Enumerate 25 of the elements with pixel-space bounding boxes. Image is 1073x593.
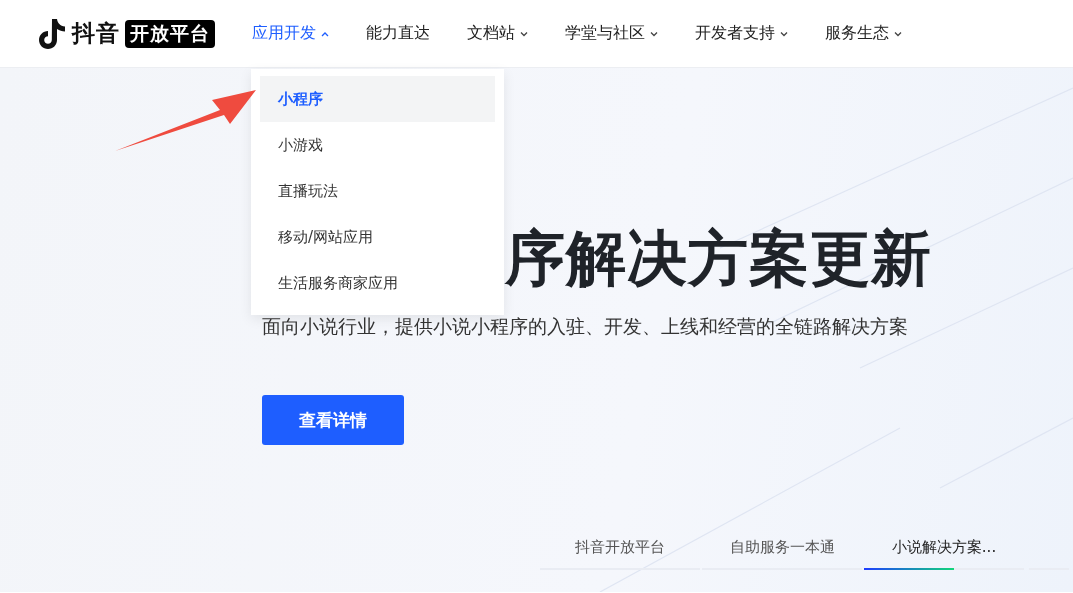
carousel-tab[interactable]: 抖音开放平台 — [540, 538, 700, 570]
menu-item[interactable]: 直播玩法 — [260, 168, 495, 214]
hero-title: 序解决方案更新 — [505, 222, 932, 295]
chevron-icon — [780, 30, 788, 37]
music-note-icon — [37, 17, 67, 50]
logo-badge: 开放平台 — [125, 19, 215, 48]
nav-link[interactable]: 文档站 — [467, 0, 528, 67]
nav-link[interactable]: 学堂与社区 — [565, 0, 658, 67]
menu-item[interactable]: 生活服务商家应用 — [260, 260, 495, 306]
chevron-icon — [520, 30, 528, 37]
chevron-icon — [321, 30, 329, 37]
carousel-tab[interactable]: 自助服务一本通 — [702, 538, 862, 570]
chevron-icon — [894, 30, 902, 37]
chevron-icon — [650, 30, 658, 37]
carousel-tab[interactable]: 小说解决方案... — [864, 538, 1024, 570]
menu-item[interactable]: 小程序 — [260, 76, 495, 122]
menu-item[interactable]: 移动/网站应用 — [260, 214, 495, 260]
logo-text: 抖音 — [72, 19, 120, 48]
nav-link[interactable]: 能力直达 — [366, 0, 430, 67]
menu-item[interactable]: 小游戏 — [260, 122, 495, 168]
hero-subtitle: 面向小说行业，提供小说小程序的入驻、开发、上线和经营的全链路解决方案 — [262, 314, 908, 339]
nav-link[interactable]: 应用开发 — [252, 0, 329, 67]
nav-link[interactable]: 服务生态 — [825, 0, 902, 67]
details-button[interactable]: 查看详情 — [262, 395, 404, 445]
nav-link[interactable]: 开发者支持 — [695, 0, 788, 67]
